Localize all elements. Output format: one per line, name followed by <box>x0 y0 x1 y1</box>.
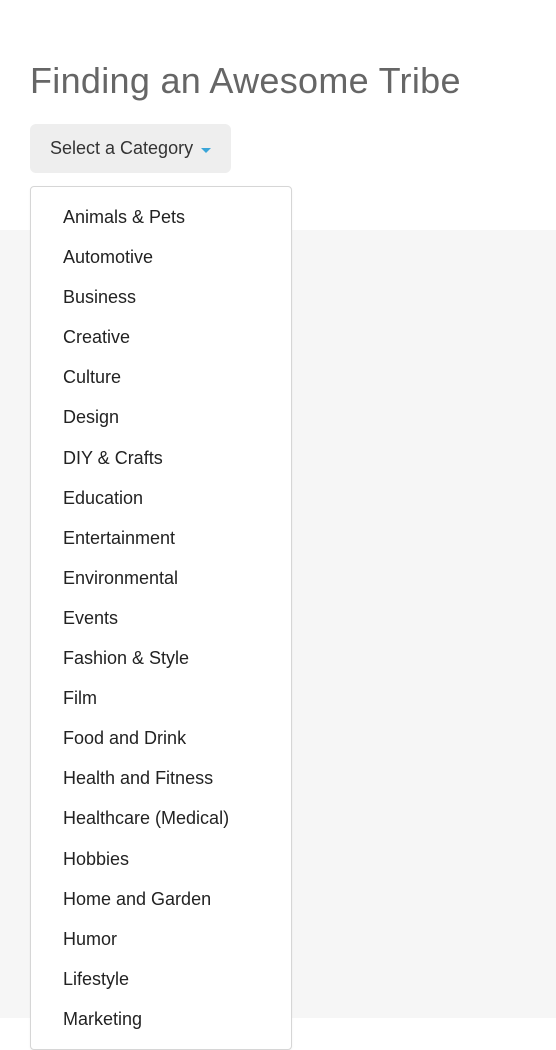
caret-down-icon <box>201 148 211 153</box>
category-option[interactable]: Healthcare (Medical) <box>31 798 291 838</box>
category-option[interactable]: Health and Fitness <box>31 758 291 798</box>
category-option[interactable]: Design <box>31 397 291 437</box>
category-option[interactable]: Automotive <box>31 237 291 277</box>
category-option[interactable]: Business <box>31 277 291 317</box>
category-option[interactable]: Humor <box>31 919 291 959</box>
category-option[interactable]: Home and Garden <box>31 879 291 919</box>
select-category-button[interactable]: Select a Category <box>30 124 231 173</box>
category-option[interactable]: Film <box>31 678 291 718</box>
category-option[interactable]: Fashion & Style <box>31 638 291 678</box>
category-option[interactable]: DIY & Crafts <box>31 438 291 478</box>
category-option[interactable]: Culture <box>31 357 291 397</box>
category-option[interactable]: Education <box>31 478 291 518</box>
category-option[interactable]: Food and Drink <box>31 718 291 758</box>
page-title: Finding an Awesome Tribe <box>30 60 526 102</box>
category-option[interactable]: Hobbies <box>31 839 291 879</box>
category-option[interactable]: Animals & Pets <box>31 197 291 237</box>
category-option[interactable]: Marketing <box>31 999 291 1039</box>
category-dropdown-menu: Animals & Pets Automotive Business Creat… <box>30 186 292 1050</box>
category-option[interactable]: Events <box>31 598 291 638</box>
category-dropdown: Select a Category Animals & Pets Automot… <box>30 124 231 173</box>
select-category-label: Select a Category <box>50 138 193 159</box>
category-option[interactable]: Lifestyle <box>31 959 291 999</box>
category-option[interactable]: Creative <box>31 317 291 357</box>
upper-region: Finding an Awesome Tribe Select a Catego… <box>0 0 556 230</box>
category-option[interactable]: Entertainment <box>31 518 291 558</box>
category-option[interactable]: Environmental <box>31 558 291 598</box>
